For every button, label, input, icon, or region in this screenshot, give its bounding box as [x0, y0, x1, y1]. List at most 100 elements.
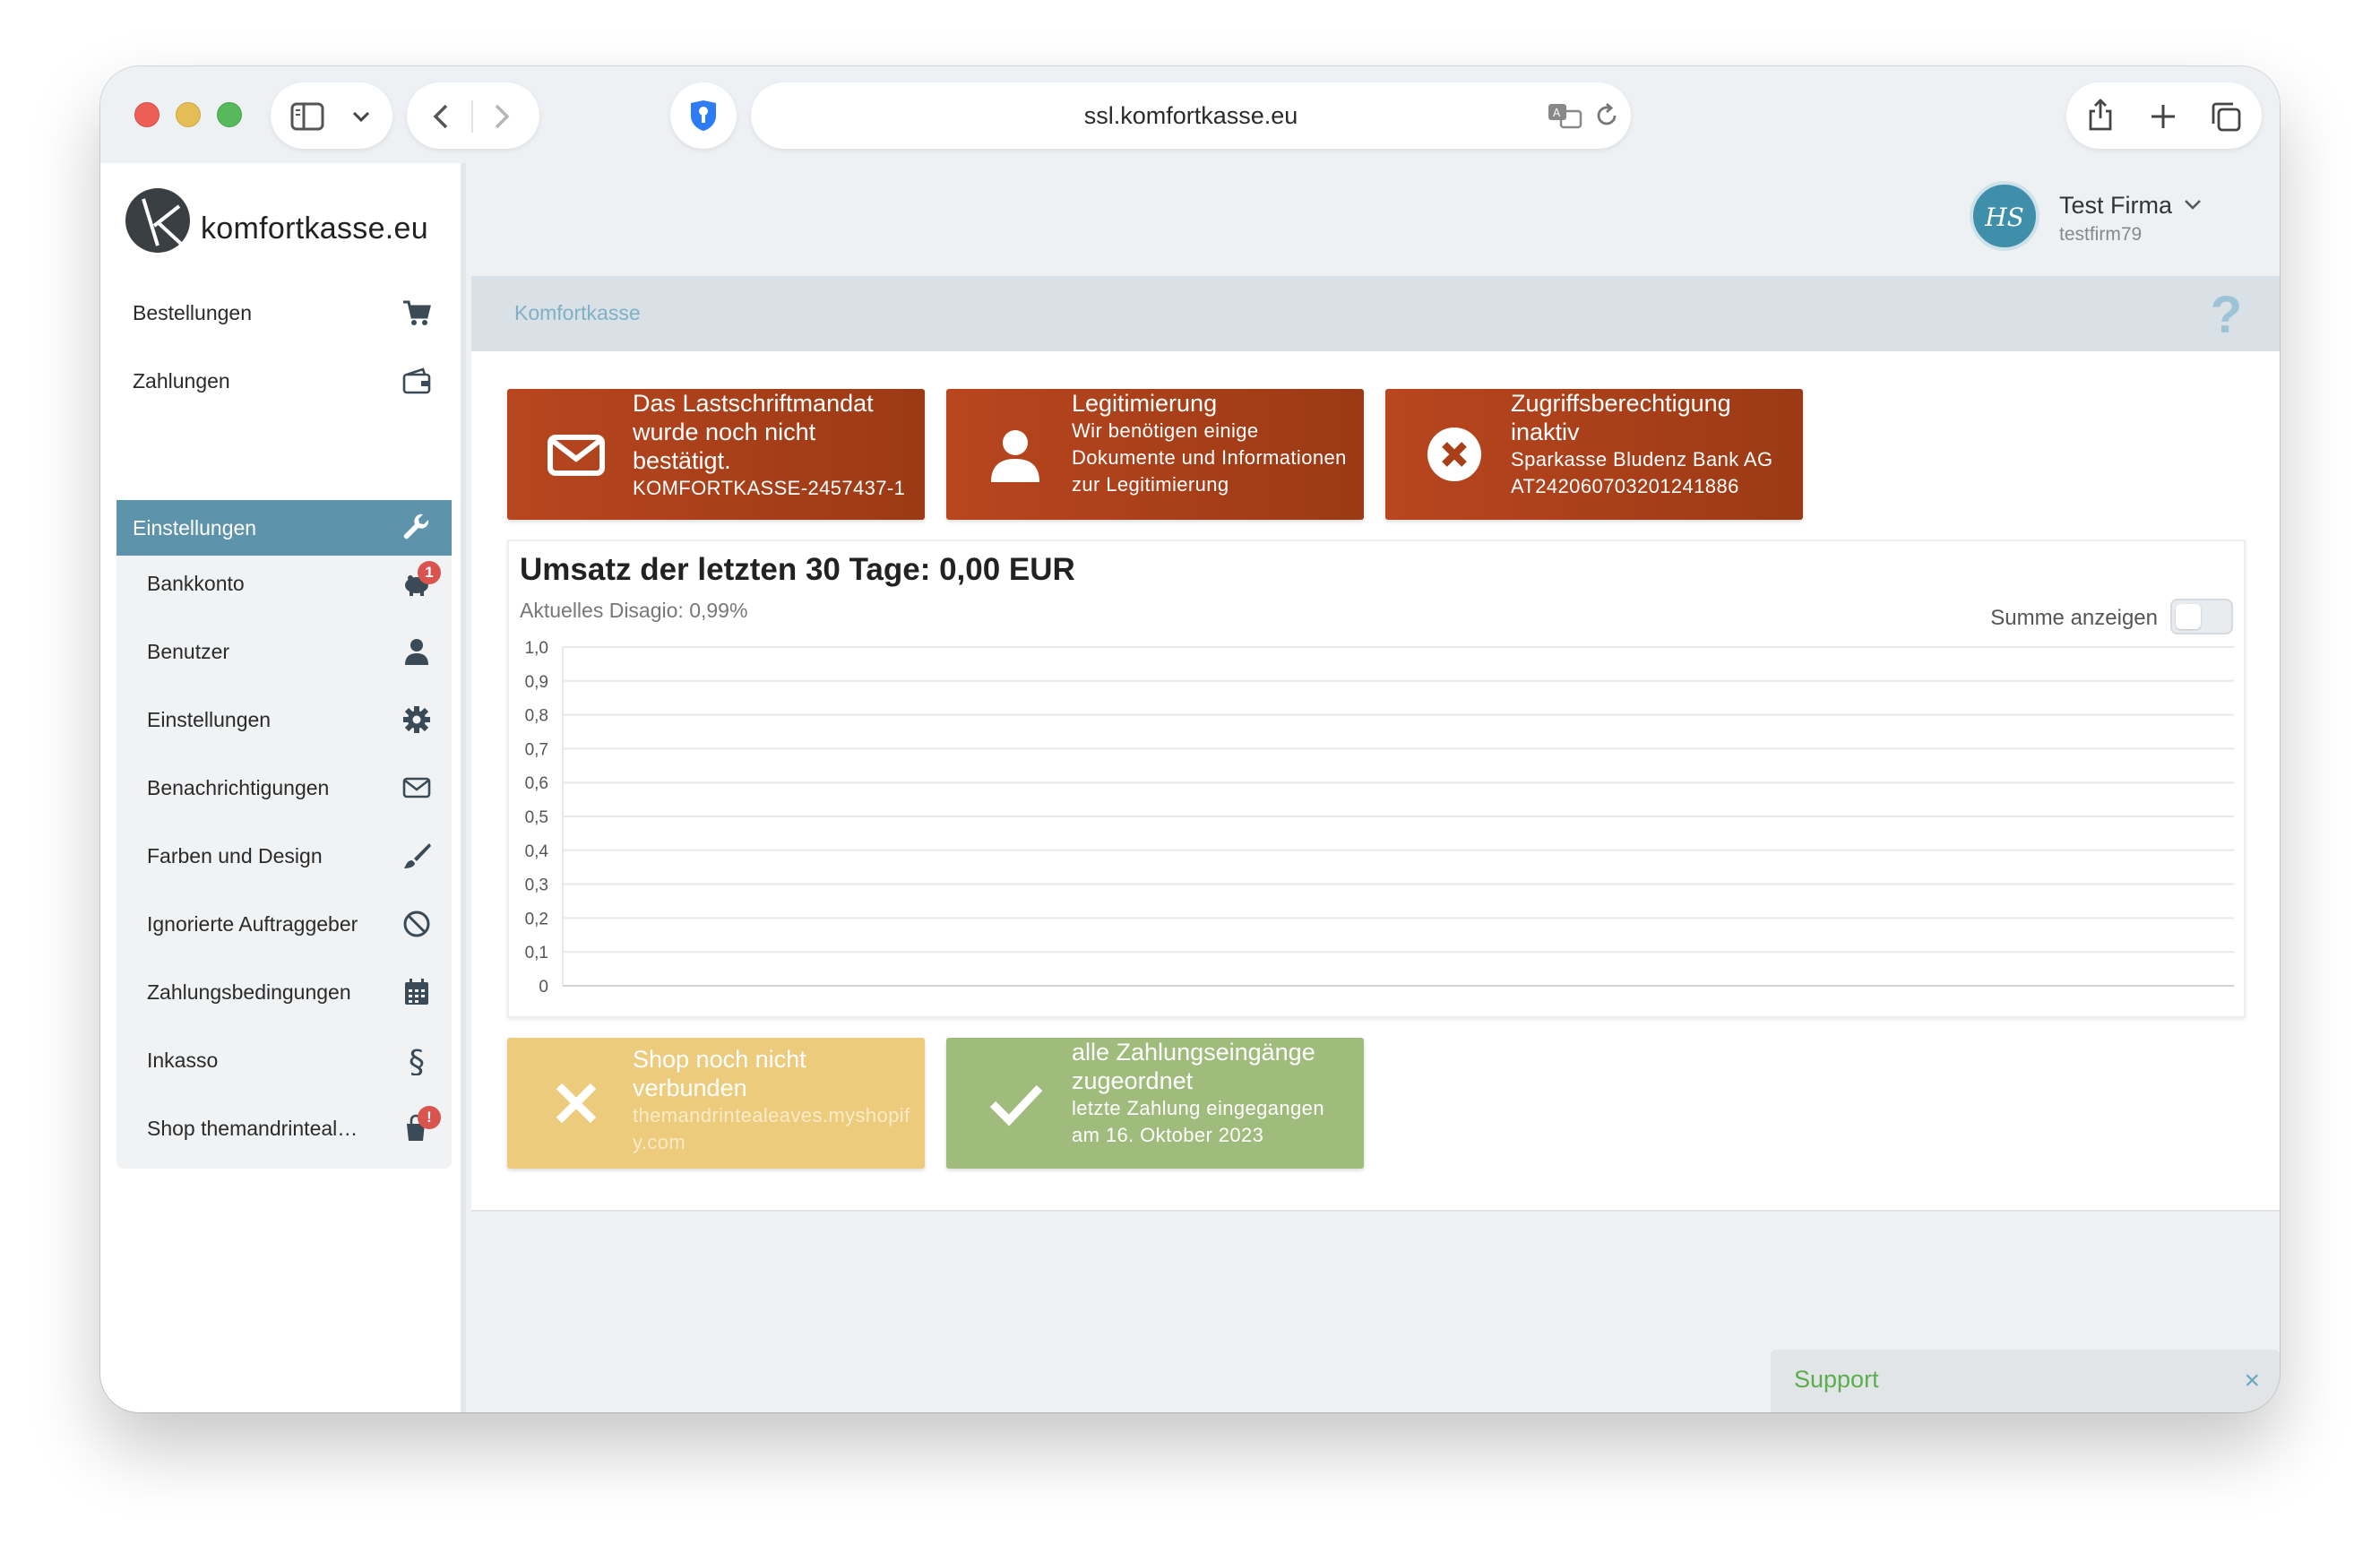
sidebar-item-ignorierte-auftraggeber[interactable]: Ignorierte Auftraggeber: [116, 896, 452, 952]
user-icon: [991, 430, 1039, 482]
user-menu[interactable]: HS Test Firma testfirm79: [1970, 181, 2238, 262]
tile-body: Sparkasse Bludenz Bank AG AT242060703201…: [1511, 448, 1773, 497]
sidebar-item-label: Einstellungen: [147, 708, 272, 731]
main-area: HS Test Firma testfirm79 Komfortkasse ? …: [471, 163, 2280, 1412]
browser-toolbar: ssl.komfortkasse.eu A: [100, 66, 2280, 163]
sidebar-item-zahlungen[interactable]: Zahlungen: [116, 353, 452, 409]
komfortkasse-logo-icon: [125, 188, 190, 253]
tile-body: KOMFORTKASSE-2457437-1: [633, 477, 906, 499]
history-nav-group: [407, 82, 539, 149]
payments-status-tile[interactable]: alle Zahlungseingänge zugeordnet letzte …: [946, 1038, 1364, 1169]
wallet-icon: [402, 367, 431, 394]
sidebar-item-bestellungen[interactable]: Bestellungen: [116, 285, 452, 341]
reload-icon[interactable]: [1593, 102, 1620, 129]
breadcrumb-bar: Komfortkasse ?: [471, 276, 2280, 351]
y-tick-label: 0,6: [525, 774, 548, 793]
sidebar-item-label: Ignorierte Auftraggeber: [147, 912, 358, 936]
y-tick-label: 0,5: [525, 808, 548, 827]
avatar: HS: [1970, 181, 2039, 251]
support-label: Support: [1794, 1366, 1879, 1393]
sum-toggle[interactable]: [2170, 599, 2233, 634]
warning-badge: !: [418, 1106, 441, 1129]
maximize-window-button[interactable]: [217, 102, 242, 127]
help-icon[interactable]: ?: [2211, 285, 2242, 345]
tile-text: Legitimierung Wir benötigen einige Dokum…: [1072, 389, 1351, 498]
x-icon: [556, 1083, 597, 1124]
notification-badge: 1: [418, 561, 441, 584]
key-shield-icon: [691, 100, 716, 131]
settings-subnav: Bankkonto 1 Benutzer Einstellungen Benac…: [116, 556, 452, 1169]
tile-text: Shop noch nicht verbunden themandrinteal…: [633, 1045, 912, 1156]
password-manager-button[interactable]: [670, 82, 737, 149]
y-tick-label: 0,8: [525, 707, 548, 726]
breadcrumb[interactable]: Komfortkasse: [514, 301, 641, 325]
sidebar-item-bankkonto[interactable]: Bankkonto 1: [116, 556, 452, 611]
y-tick-label: 0: [539, 978, 548, 997]
sidebar-item-benachrichtigungen[interactable]: Benachrichtigungen: [116, 760, 452, 816]
access-alert-tile[interactable]: Zugriffsberechtigung inaktiv Sparkasse B…: [1385, 389, 1803, 520]
user-icon: [405, 639, 428, 665]
tile-title: Das Lastschriftmandat wurde noch nicht b…: [633, 390, 874, 474]
svg-text:§: §: [409, 1045, 425, 1075]
chevron-down-icon: [2185, 200, 2201, 210]
tile-body: Wir benötigen einige Dokumente und Infor…: [1072, 419, 1347, 496]
sidebar-item-zahlungsbedingungen[interactable]: Zahlungsbedingungen: [116, 964, 452, 1020]
sidebar-item-farben-und-design[interactable]: Farben und Design: [116, 828, 452, 884]
browser-actions-group: [2066, 82, 2262, 149]
sidebar-item-inkasso[interactable]: Inkasso §: [116, 1032, 452, 1088]
chart-title: Umsatz der letzten 30 Tage: 0,00 EUR: [520, 552, 1075, 587]
close-icon[interactable]: ×: [2244, 1366, 2260, 1396]
share-icon[interactable]: [2086, 97, 2115, 133]
logo-text: komfortkasse.eu: [201, 211, 428, 246]
envelope-icon: [402, 777, 431, 798]
minimize-window-button[interactable]: [176, 102, 201, 127]
tab-overview-icon[interactable]: [2210, 100, 2242, 133]
translate-icon[interactable]: A: [1547, 102, 1582, 129]
new-tab-icon[interactable]: [2149, 102, 2177, 131]
calendar-icon: [405, 979, 428, 1005]
paintbrush-icon: [404, 843, 431, 868]
sidebar-item-einstellungen-sub[interactable]: Einstellungen: [116, 692, 452, 747]
sidebar-item-benutzer[interactable]: Benutzer: [116, 624, 452, 679]
sidebar-item-einstellungen[interactable]: Einstellungen: [116, 500, 452, 556]
forward-arrow-icon[interactable]: [491, 102, 513, 131]
shop-status-tile[interactable]: Shop noch nicht verbunden themandrinteal…: [507, 1038, 925, 1169]
support-widget[interactable]: Support ×: [1771, 1350, 2280, 1412]
y-tick-label: 0,7: [525, 740, 548, 759]
user-id: testfirm79: [2059, 224, 2143, 245]
sidebar-item-label: Farben und Design: [147, 844, 323, 867]
sidebar-item-label: Benutzer: [147, 640, 230, 663]
avatar-initials: HS: [1985, 203, 2024, 232]
tile-text: Zugriffsberechtigung inaktiv Sparkasse B…: [1511, 389, 1790, 500]
sidebar-item-label: Benachrichtigungen: [147, 776, 330, 799]
tile-title: alle Zahlungseingänge zugeordnet: [1072, 1039, 1315, 1094]
sidebar-icon[interactable]: [290, 102, 326, 131]
tile-title: Shop noch nicht verbunden: [633, 1046, 806, 1101]
browser-window: ssl.komfortkasse.eu A komfortkasse.eu Be…: [100, 66, 2280, 1412]
sidebar-toggle-group: [271, 82, 392, 149]
tile-body: letzte Zahlung eingegangen am 16. Oktobe…: [1072, 1097, 1324, 1146]
close-window-button[interactable]: [134, 102, 160, 127]
gear-icon: [403, 706, 430, 733]
y-tick-label: 1,0: [525, 639, 548, 658]
sidebar-item-label: Einstellungen: [133, 516, 257, 539]
y-tick-label: 0,9: [525, 673, 548, 692]
paragraph-icon: §: [409, 1045, 425, 1075]
address-bar[interactable]: ssl.komfortkasse.eu A: [751, 82, 1631, 149]
chevron-down-icon[interactable]: [351, 109, 371, 124]
sidebar: komfortkasse.eu Bestellungen Zahlungen E…: [100, 163, 466, 1412]
mandate-alert-tile[interactable]: Das Lastschriftmandat wurde noch nicht b…: [507, 389, 925, 520]
tile-text: Das Lastschriftmandat wurde noch nicht b…: [633, 389, 912, 502]
y-tick-label: 0,2: [525, 910, 548, 928]
tile-text: alle Zahlungseingänge zugeordnet letzte …: [1072, 1038, 1351, 1149]
svg-text:A: A: [1553, 107, 1561, 119]
sidebar-item-label: Bestellungen: [133, 301, 252, 324]
tile-body: themandrintealeaves.myshopify.com: [633, 1104, 910, 1153]
tile-title: Zugriffsberechtigung inaktiv: [1511, 390, 1731, 445]
revenue-chart: 0 0,1 0,2 0,3 0,4 0,5 0,6 0,7 0,8 0,9 1,0: [525, 639, 2234, 997]
sidebar-item-shop[interactable]: Shop themandrinteal… !: [116, 1100, 452, 1156]
back-arrow-icon[interactable]: [430, 102, 452, 131]
sidebar-item-label: Zahlungsbedingungen: [147, 980, 351, 1004]
url-text: ssl.komfortkasse.eu: [1083, 102, 1298, 129]
legitimation-alert-tile[interactable]: Legitimierung Wir benötigen einige Dokum…: [946, 389, 1364, 520]
